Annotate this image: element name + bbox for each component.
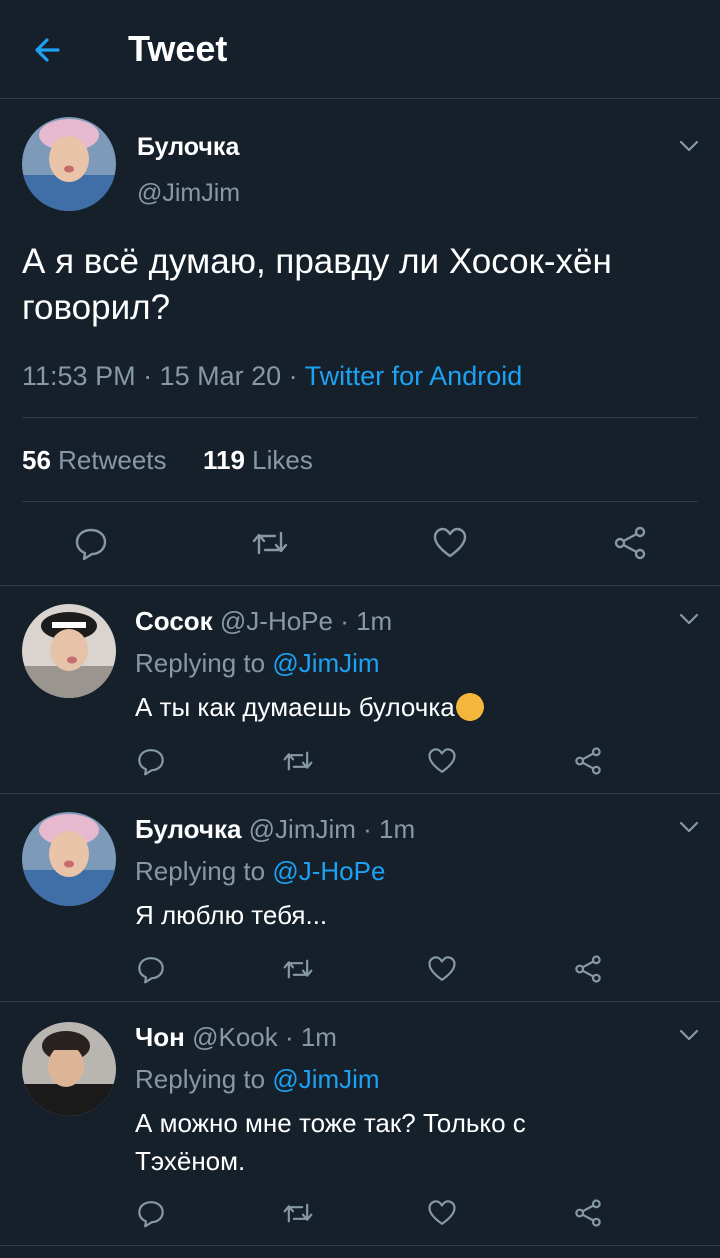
avatar[interactable] (22, 117, 116, 211)
mention-link[interactable]: @JimJim (272, 1064, 379, 1094)
replying-label: Replying to (135, 648, 273, 678)
reply-actions (0, 950, 720, 990)
retweets-stat[interactable]: 56 Retweets (22, 445, 167, 475)
share-icon[interactable] (573, 746, 603, 776)
tweet-actions (0, 519, 720, 569)
reply-tweet[interactable]: Булочка @JimJim · 1m Replying to @J-HoPe… (0, 794, 720, 1002)
reply-icon[interactable] (136, 954, 166, 984)
tweet-stats: 56 Retweets 119 Likes (22, 445, 313, 476)
reply-icon[interactable] (73, 525, 109, 561)
like-icon[interactable] (427, 746, 457, 776)
replying-label: Replying to (135, 1064, 273, 1094)
replying-label: Replying to (135, 856, 273, 886)
avatar[interactable] (22, 812, 116, 906)
display-name[interactable]: Сосок (135, 606, 213, 636)
retweet-icon[interactable] (250, 525, 290, 561)
kiss-emoji-icon: 😘 (454, 692, 485, 722)
mention-link[interactable]: @J-HoPe (272, 856, 385, 886)
reply-header: Булочка @JimJim · 1m (135, 814, 415, 845)
share-icon[interactable] (612, 525, 648, 561)
display-name[interactable]: Чон (135, 1022, 185, 1052)
reply-icon[interactable] (136, 746, 166, 776)
chevron-down-icon[interactable] (678, 135, 700, 157)
user-handle-time: @JimJim · 1m (241, 814, 416, 844)
reply-tweet[interactable]: Чон @Kook · 1m Replying to @JimJim А мож… (0, 1002, 720, 1246)
chevron-down-icon[interactable] (678, 1024, 700, 1046)
chevron-down-icon[interactable] (678, 816, 700, 838)
divider (22, 417, 698, 418)
mention-link[interactable]: @JimJim (272, 648, 379, 678)
reply-tweet[interactable]: Сосок @J-HoPe · 1m Replying to @JimJim А… (0, 586, 720, 794)
avatar[interactable] (22, 1022, 116, 1116)
display-name[interactable]: Булочка (135, 814, 241, 844)
reply-header: Сосок @J-HoPe · 1m (135, 606, 392, 637)
user-handle-time: @Kook · 1m (184, 1022, 337, 1052)
retweet-icon[interactable] (281, 1198, 315, 1228)
divider (22, 501, 698, 502)
reply-text-wrap: А ты как думаешь булочка😘 (135, 688, 695, 726)
replying-to: Replying to @J-HoPe (135, 856, 385, 887)
likes-stat[interactable]: 119 Likes (203, 445, 313, 475)
display-name[interactable]: Булочка (137, 133, 239, 162)
tweet-source-link[interactable]: Twitter for Android (305, 361, 523, 391)
reply-actions (0, 1194, 720, 1234)
back-arrow-icon[interactable] (28, 30, 68, 70)
retweet-icon[interactable] (281, 954, 315, 984)
tweet-time: 11:53 PM · 15 Mar 20 · (22, 361, 305, 391)
replying-to: Replying to @JimJim (135, 1064, 380, 1095)
replying-to: Replying to @JimJim (135, 648, 380, 679)
avatar[interactable] (22, 604, 116, 698)
share-icon[interactable] (573, 1198, 603, 1228)
like-icon[interactable] (427, 954, 457, 984)
tweet-timestamp: 11:53 PM · 15 Mar 20 · Twitter for Andro… (22, 361, 522, 392)
reply-header: Чон @Kook · 1m (135, 1022, 337, 1053)
like-icon[interactable] (432, 525, 468, 561)
user-handle[interactable]: @JimJim (137, 179, 240, 208)
chevron-down-icon[interactable] (678, 608, 700, 630)
share-icon[interactable] (573, 954, 603, 984)
like-icon[interactable] (427, 1198, 457, 1228)
reply-actions (0, 742, 720, 782)
reply-text: А можно мне тоже так? Только с Тэхёном. (135, 1108, 526, 1176)
reply-text: Я люблю тебя... (135, 900, 328, 930)
user-handle-time: @J-HoPe · 1m (212, 606, 393, 636)
main-tweet: Булочка @JimJim А я всё думаю, правду ли… (0, 99, 720, 586)
reply-text: А ты как думаешь булочка (135, 692, 455, 722)
reply-icon[interactable] (136, 1198, 166, 1228)
page-title: Tweet (128, 28, 228, 69)
top-bar: Tweet (0, 0, 720, 99)
retweet-icon[interactable] (281, 746, 315, 776)
tweet-text: А я всё думаю, правду ли Хосок-хён говор… (22, 242, 612, 327)
